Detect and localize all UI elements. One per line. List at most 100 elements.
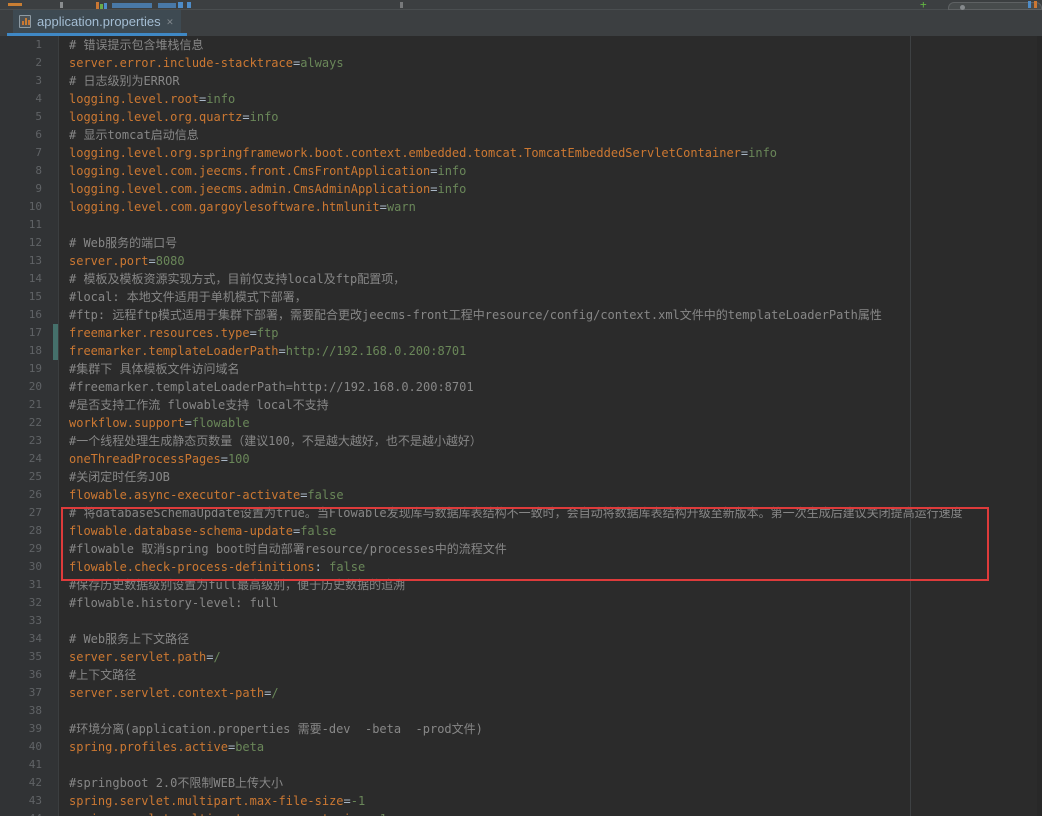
code-line[interactable]: 27# 将databaseSchemaUpdate设置为true。当Flowab… (0, 504, 1042, 522)
line-number[interactable]: 10 (0, 198, 58, 216)
line-number[interactable]: 13 (0, 252, 58, 270)
code-line[interactable]: 10logging.level.com.gargoylesoftware.htm… (0, 198, 1042, 216)
code-line[interactable]: 25#关闭定时任务JOB (0, 468, 1042, 486)
line-number[interactable]: 24 (0, 450, 58, 468)
code-line[interactable]: 3# 日志级别为ERROR (0, 72, 1042, 90)
code-line[interactable]: 37server.servlet.context-path=/ (0, 684, 1042, 702)
line-number[interactable]: 32 (0, 594, 58, 612)
vcs-change-marker (53, 342, 58, 360)
line-number[interactable]: 43 (0, 792, 58, 810)
line-number[interactable]: 21 (0, 396, 58, 414)
line-number[interactable]: 17 (0, 324, 58, 342)
line-number[interactable]: 26 (0, 486, 58, 504)
line-number[interactable]: 44 (0, 810, 58, 816)
line-number[interactable]: 14 (0, 270, 58, 288)
line-number[interactable]: 19 (0, 360, 58, 378)
code-text: freemarker.templateLoaderPath=http://192… (58, 342, 466, 360)
code-line[interactable]: 35server.servlet.path=/ (0, 648, 1042, 666)
line-number[interactable]: 22 (0, 414, 58, 432)
code-text: #一个线程处理生成静态页数量（建议100，不是越大越好，也不是越小越好） (58, 432, 482, 450)
line-number[interactable]: 36 (0, 666, 58, 684)
line-number[interactable]: 2 (0, 54, 58, 72)
toolbar-fragment (400, 2, 403, 8)
code-text (58, 702, 69, 720)
code-text: #flowable.history-level: full (58, 594, 279, 612)
code-line[interactable]: 17freemarker.resources.type=ftp (0, 324, 1042, 342)
line-number[interactable]: 41 (0, 756, 58, 774)
line-number[interactable]: 23 (0, 432, 58, 450)
code-line[interactable]: 13server.port=8080 (0, 252, 1042, 270)
line-number[interactable]: 6 (0, 126, 58, 144)
code-line[interactable]: 44spring.servlet.multipart.max-request-s… (0, 810, 1042, 816)
line-number[interactable]: 38 (0, 702, 58, 720)
line-number[interactable]: 9 (0, 180, 58, 198)
code-line[interactable]: 26flowable.async-executor-activate=false (0, 486, 1042, 504)
line-number[interactable]: 28 (0, 522, 58, 540)
line-number[interactable]: 1 (0, 36, 58, 54)
line-number[interactable]: 30 (0, 558, 58, 576)
code-line[interactable]: 18freemarker.templateLoaderPath=http://1… (0, 342, 1042, 360)
code-line[interactable]: 23#一个线程处理生成静态页数量（建议100，不是越大越好，也不是越小越好） (0, 432, 1042, 450)
code-line[interactable]: 11 (0, 216, 1042, 234)
line-number[interactable]: 4 (0, 90, 58, 108)
line-number[interactable]: 12 (0, 234, 58, 252)
code-line[interactable]: 24oneThreadProcessPages=100 (0, 450, 1042, 468)
code-line[interactable]: 2server.error.include-stacktrace=always (0, 54, 1042, 72)
code-line[interactable]: 28flowable.database-schema-update=false (0, 522, 1042, 540)
code-line[interactable]: 1# 错误提示包含堆栈信息 (0, 36, 1042, 54)
code-line[interactable]: 6# 显示tomcat启动信息 (0, 126, 1042, 144)
code-line[interactable]: 43spring.servlet.multipart.max-file-size… (0, 792, 1042, 810)
code-line[interactable]: 22workflow.support=flowable (0, 414, 1042, 432)
code-line[interactable]: 34# Web服务上下文路径 (0, 630, 1042, 648)
code-line[interactable]: 14# 模板及模板资源实现方式，目前仅支持local及ftp配置项， (0, 270, 1042, 288)
line-number[interactable]: 25 (0, 468, 58, 486)
line-number[interactable]: 8 (0, 162, 58, 180)
line-number[interactable]: 16 (0, 306, 58, 324)
code-line[interactable]: 8logging.level.com.jeecms.front.CmsFront… (0, 162, 1042, 180)
code-line[interactable]: 15#local: 本地文件适用于单机模式下部署， (0, 288, 1042, 306)
code-line[interactable]: 21#是否支持工作流 flowable支持 local不支持 (0, 396, 1042, 414)
code-line[interactable]: 32#flowable.history-level: full (0, 594, 1042, 612)
line-number[interactable]: 3 (0, 72, 58, 90)
line-number[interactable]: 31 (0, 576, 58, 594)
code-line[interactable]: 29#flowable 取消spring boot时自动部署resource/p… (0, 540, 1042, 558)
code-line[interactable]: 30flowable.check-process-definitions: fa… (0, 558, 1042, 576)
code-line[interactable]: 36#上下文路径 (0, 666, 1042, 684)
line-number[interactable]: 11 (0, 216, 58, 234)
code-line[interactable]: 5logging.level.org.quartz=info (0, 108, 1042, 126)
line-number[interactable]: 27 (0, 504, 58, 522)
code-line[interactable]: 7logging.level.org.springframework.boot.… (0, 144, 1042, 162)
code-line[interactable]: 9logging.level.com.jeecms.admin.CmsAdmin… (0, 180, 1042, 198)
line-number[interactable]: 5 (0, 108, 58, 126)
line-number[interactable]: 40 (0, 738, 58, 756)
tab-application-properties[interactable]: application.properties ✕ (13, 10, 181, 33)
line-number[interactable]: 29 (0, 540, 58, 558)
line-number[interactable]: 15 (0, 288, 58, 306)
line-number[interactable]: 7 (0, 144, 58, 162)
close-icon[interactable]: ✕ (167, 16, 174, 27)
line-number[interactable]: 18 (0, 342, 58, 360)
line-number[interactable]: 34 (0, 630, 58, 648)
code-editor[interactable]: 1# 错误提示包含堆栈信息2server.error.include-stack… (0, 36, 1042, 816)
code-line[interactable]: 33 (0, 612, 1042, 630)
code-line[interactable]: 4logging.level.root=info (0, 90, 1042, 108)
code-line[interactable]: 31#保存历史数据级别设置为full最高级别，便于历史数据的追溯 (0, 576, 1042, 594)
line-number[interactable]: 33 (0, 612, 58, 630)
code-line[interactable]: 12# Web服务的端口号 (0, 234, 1042, 252)
code-text: server.error.include-stacktrace=always (58, 54, 344, 72)
line-number[interactable]: 20 (0, 378, 58, 396)
add-icon[interactable]: + (920, 0, 927, 11)
code-text: #ftp: 远程ftp模式适用于集群下部署，需要配合更改jeecms-front… (58, 306, 882, 324)
code-line[interactable]: 42#springboot 2.0不限制WEB上传大小 (0, 774, 1042, 792)
code-line[interactable]: 39#环境分离(application.properties 需要-dev -b… (0, 720, 1042, 738)
code-line[interactable]: 38 (0, 702, 1042, 720)
line-number[interactable]: 35 (0, 648, 58, 666)
code-line[interactable]: 19#集群下 具体模板文件访问域名 (0, 360, 1042, 378)
line-number[interactable]: 37 (0, 684, 58, 702)
line-number[interactable]: 42 (0, 774, 58, 792)
code-line[interactable]: 20#freemarker.templateLoaderPath=http://… (0, 378, 1042, 396)
code-line[interactable]: 41 (0, 756, 1042, 774)
code-line[interactable]: 16#ftp: 远程ftp模式适用于集群下部署，需要配合更改jeecms-fro… (0, 306, 1042, 324)
line-number[interactable]: 39 (0, 720, 58, 738)
code-line[interactable]: 40spring.profiles.active=beta (0, 738, 1042, 756)
